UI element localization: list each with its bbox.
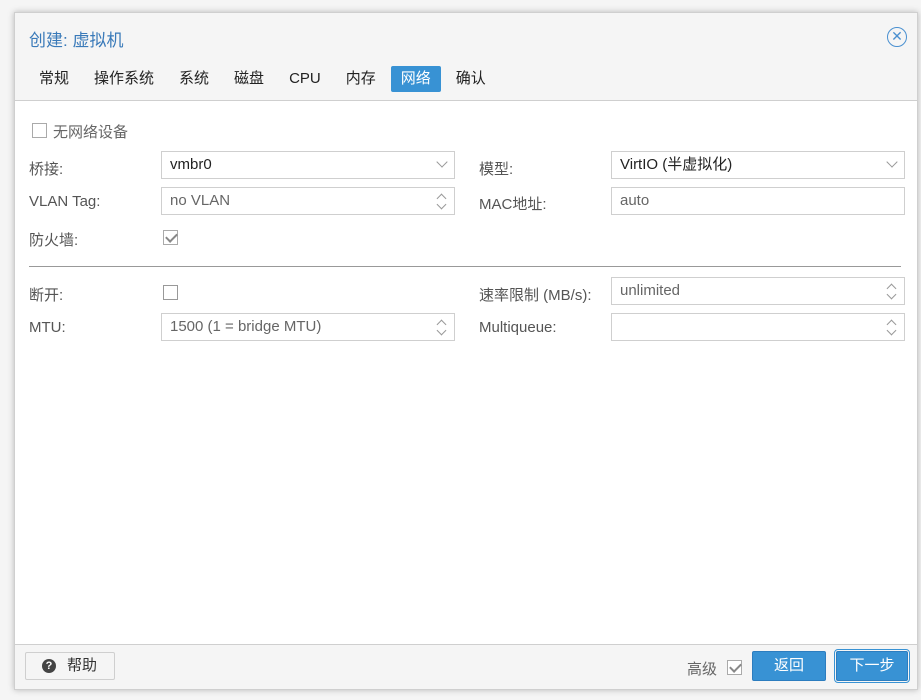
spinner-icon[interactable] [436, 191, 447, 211]
multiqueue-label: Multiqueue: [479, 319, 557, 336]
bridge-select[interactable]: vmbr0 [161, 151, 455, 179]
mac-input[interactable]: auto [611, 187, 905, 215]
disconnect-checkbox[interactable] [163, 285, 178, 300]
mac-label: MAC地址: [479, 196, 547, 213]
create-vm-dialog: 创建: 虚拟机 ✕ 常规 操作系统 系统 磁盘 CPU 内存 网络 确认 无网络… [14, 12, 918, 690]
tab-os[interactable]: 操作系统 [84, 66, 164, 92]
multiqueue-input[interactable] [611, 313, 905, 341]
mtu-placeholder: 1500 (1 = bridge MTU) [170, 318, 322, 335]
close-icon[interactable]: ✕ [887, 27, 907, 47]
vlan-tag-input[interactable]: no VLAN [161, 187, 455, 215]
tab-network[interactable]: 网络 [390, 66, 441, 92]
vlan-tag-placeholder: no VLAN [170, 192, 231, 209]
tab-disks[interactable]: 磁盘 [224, 66, 274, 92]
vlan-tag-label: VLAN Tag: [29, 193, 101, 210]
chevron-down-icon[interactable] [436, 156, 448, 168]
firewall-checkbox[interactable] [163, 230, 178, 245]
dialog-title: 创建: 虚拟机 [29, 31, 124, 50]
rate-limit-input[interactable]: unlimited [611, 277, 905, 305]
help-button[interactable]: ? 帮助 [25, 652, 115, 680]
tab-memory[interactable]: 内存 [336, 66, 386, 92]
tab-system[interactable]: 系统 [169, 66, 219, 92]
spinner-icon[interactable] [886, 281, 897, 301]
advanced-checkbox[interactable] [727, 660, 742, 675]
check-icon [165, 230, 178, 243]
wizard-tabs: 常规 操作系统 系统 磁盘 CPU 内存 网络 确认 [29, 66, 501, 92]
bridge-value: vmbr0 [170, 156, 212, 173]
back-button[interactable]: 返回 [752, 651, 826, 681]
help-label: 帮助 [67, 657, 98, 674]
tab-confirm[interactable]: 确认 [446, 66, 496, 92]
bridge-label: 桥接: [29, 161, 64, 178]
rate-limit-label: 速率限制 (MB/s): [479, 287, 592, 304]
no-network-checkbox[interactable] [32, 123, 47, 138]
tab-general[interactable]: 常规 [29, 66, 79, 92]
model-value: VirtIO (半虚拟化) [620, 156, 733, 173]
next-button[interactable]: 下一步 [834, 649, 910, 683]
mac-placeholder: auto [620, 192, 650, 209]
model-select[interactable]: VirtIO (半虚拟化) [611, 151, 905, 179]
rate-limit-placeholder: unlimited [620, 282, 681, 299]
chevron-down-icon[interactable] [886, 156, 898, 168]
model-label: 模型: [479, 161, 514, 178]
mtu-input[interactable]: 1500 (1 = bridge MTU) [161, 313, 455, 341]
network-panel: 无网络设备 桥接: vmbr0 VLAN Tag: no VLAN 防火墙: 模… [15, 100, 917, 645]
firewall-label: 防火墙: [29, 232, 79, 249]
mtu-label: MTU: [29, 319, 66, 336]
dialog-footer: ? 帮助 高级 返回 下一步 [15, 644, 917, 689]
advanced-label: 高级 [687, 661, 718, 678]
advanced-divider [29, 266, 901, 267]
no-network-label: 无网络设备 [53, 124, 129, 141]
tab-cpu[interactable]: CPU [279, 66, 331, 92]
spinner-icon[interactable] [886, 317, 897, 337]
check-icon [729, 660, 742, 673]
disconnect-label: 断开: [29, 287, 64, 304]
question-icon: ? [42, 659, 56, 673]
spinner-icon[interactable] [436, 317, 447, 337]
